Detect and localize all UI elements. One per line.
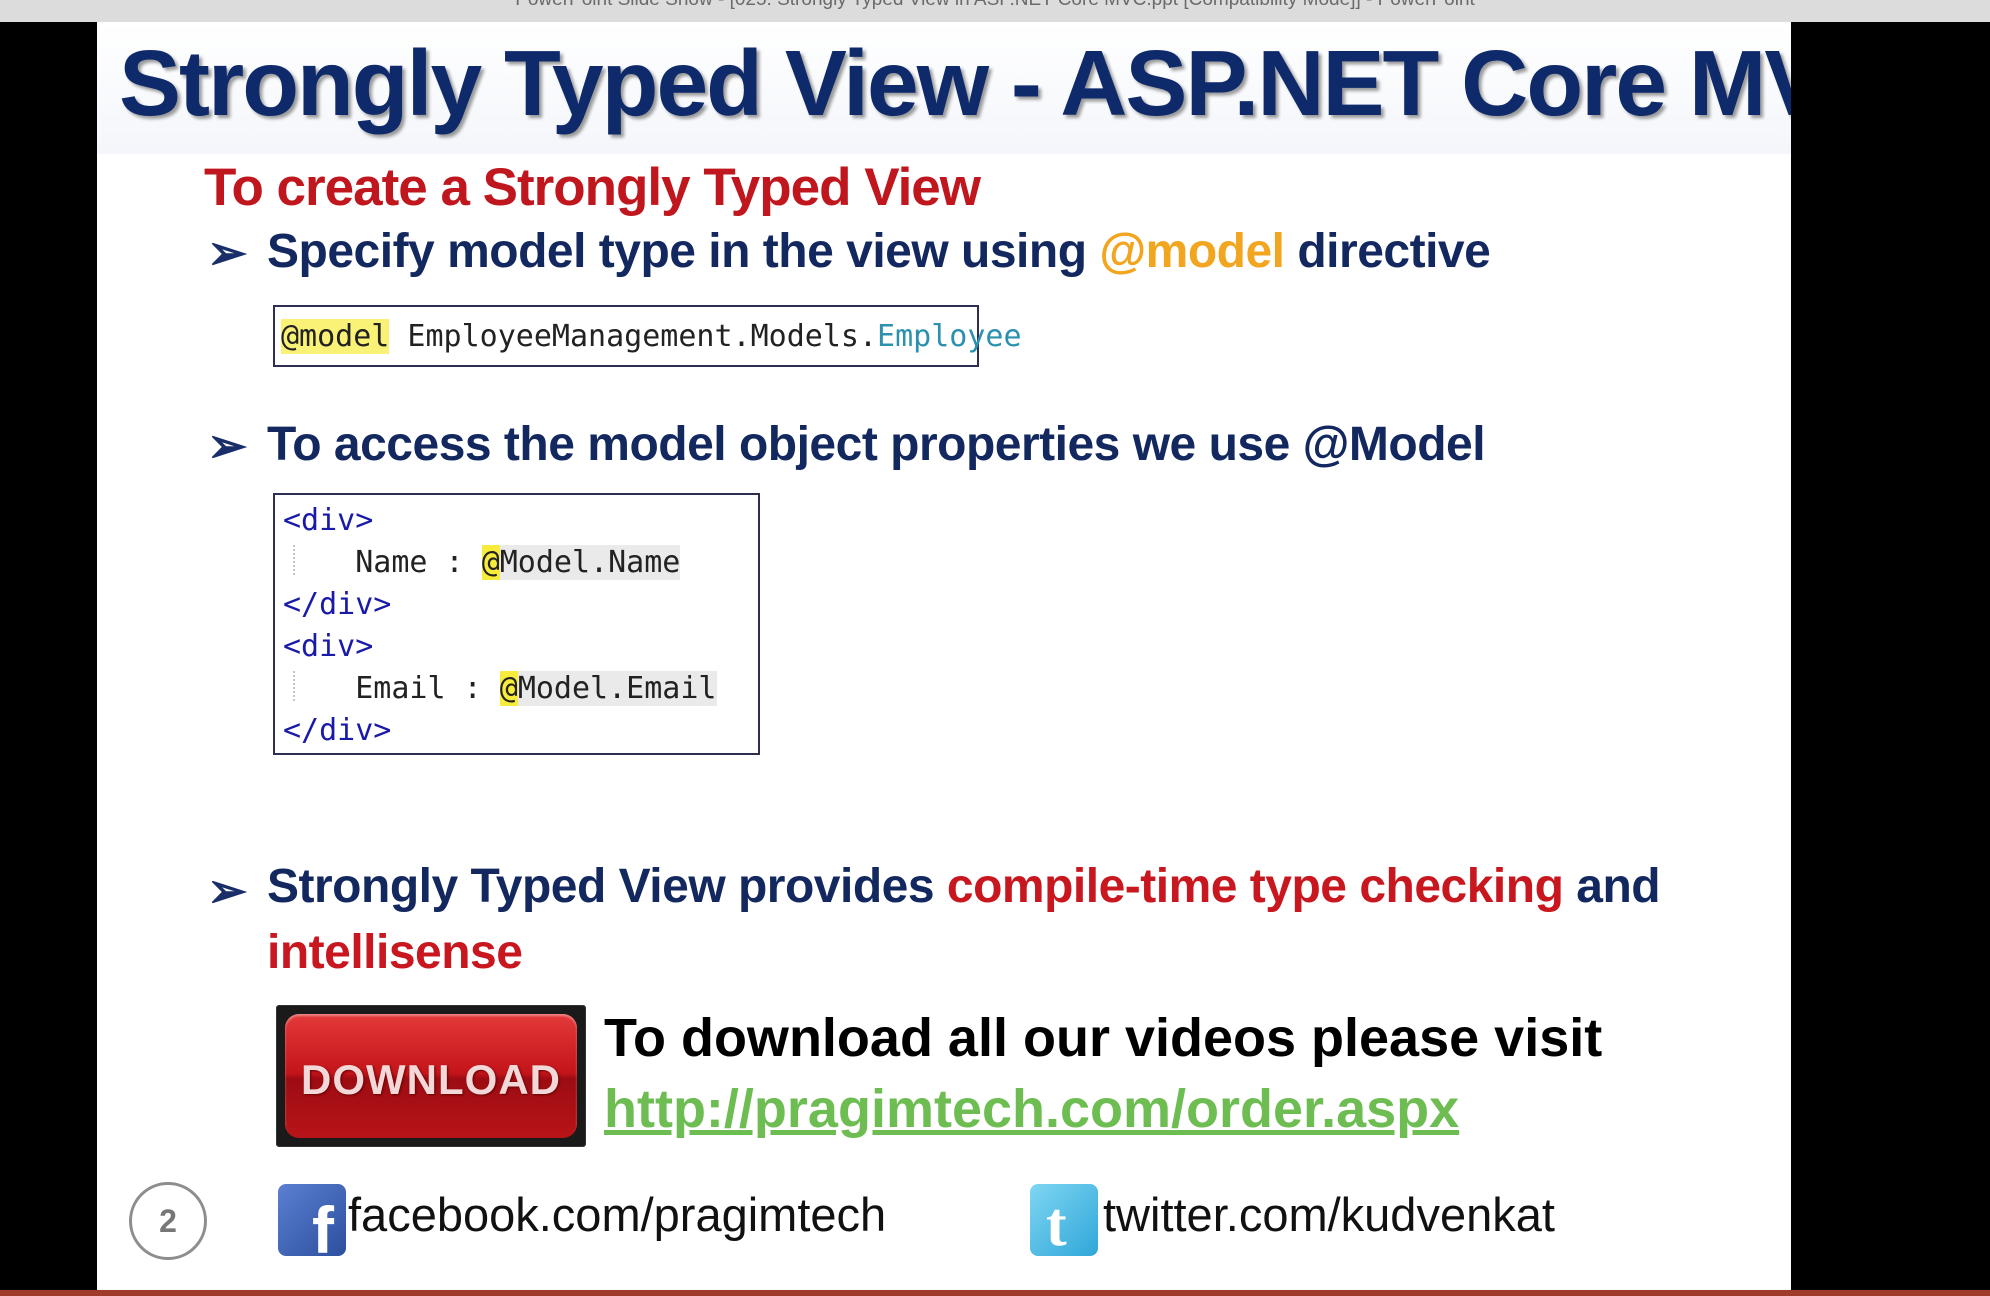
- bullet-arrow-icon: ➢: [207, 227, 248, 280]
- code-line: Name : @Model.Name: [283, 545, 681, 581]
- code-close-tag: </div>: [283, 587, 392, 622]
- code-namespace: EmployeeManagement.Models.: [389, 319, 878, 354]
- bullet-arrow-icon: ➢: [207, 865, 248, 918]
- code-open-tag: <div>: [283, 629, 374, 664]
- code-label: Name :: [283, 545, 482, 580]
- code-at-symbol: @: [499, 671, 518, 706]
- code-line: </div>: [283, 713, 391, 749]
- bullet-model-properties: To access the model object properties we…: [267, 418, 1486, 471]
- twitter-icon: t: [1030, 1184, 1098, 1259]
- slide: Strongly Typed View - ASP.NET Core MVC T…: [97, 22, 1791, 1292]
- code-snippet-model-properties: <div> Name : @Model.Name </div> <div> Em…: [273, 493, 760, 755]
- code-close-tag: </div>: [283, 713, 392, 748]
- code-at-symbol: @: [481, 545, 500, 580]
- code-line: <div>: [283, 629, 373, 665]
- bullet-text-part: Specify model type in the view using: [267, 225, 1100, 278]
- download-button-face: DOWNLOAD: [285, 1014, 577, 1138]
- download-text: To download all our videos please visit: [604, 1008, 1603, 1068]
- intellisense-highlight: intellisense: [267, 926, 523, 979]
- code-label: Email :: [283, 671, 500, 706]
- facebook-icon: f: [278, 1184, 346, 1267]
- bullet-arrow-icon: ➢: [207, 420, 248, 473]
- code-type-name: Employee: [877, 319, 1022, 354]
- bullet-text-part: and: [1563, 860, 1661, 913]
- compile-time-highlight: compile-time type checking: [946, 860, 1564, 913]
- twitter-link[interactable]: twitter.com/kudvenkat: [1103, 1187, 1555, 1242]
- facebook-link[interactable]: facebook.com/pragimtech: [348, 1187, 886, 1242]
- bullet-text-part: Strongly Typed View provides: [267, 860, 947, 913]
- download-button-label: DOWNLOAD: [301, 1056, 561, 1103]
- facebook-icon-glyph: f: [312, 1193, 334, 1267]
- window-titlebar: PowerPoint Slide Show - [025. Strongly T…: [0, 0, 1990, 22]
- bullet-type-checking: Strongly Typed View provides compile-tim…: [267, 854, 1717, 986]
- slide-bottom-border: [0, 1290, 1990, 1296]
- window-title: PowerPoint Slide Show - [025. Strongly T…: [0, 0, 1990, 11]
- code-line: @model EmployeeManagement.Models.Employe…: [281, 319, 1022, 354]
- download-button[interactable]: DOWNLOAD: [276, 1005, 586, 1147]
- bullet-model-directive: Specify model type in the view using @mo…: [267, 224, 1491, 279]
- bullet-text-part: directive: [1284, 225, 1491, 278]
- code-snippet-model-directive: @model EmployeeManagement.Models.Employe…: [273, 305, 1022, 367]
- twitter-icon-glyph: t: [1046, 1191, 1067, 1259]
- code-member: Model.Name: [499, 545, 681, 580]
- code-keyword: @model: [281, 319, 390, 354]
- code-open-tag: <div>: [283, 503, 374, 538]
- slide-title: Strongly Typed View - ASP.NET Core MVC: [119, 31, 1791, 135]
- slide-subheading: To create a Strongly Typed View: [204, 158, 981, 217]
- code-member: Model.Email: [517, 671, 717, 706]
- page-number-badge: 2: [129, 1182, 207, 1260]
- model-directive-highlight: @model: [1099, 225, 1285, 278]
- code-line: </div>: [283, 587, 391, 623]
- download-link[interactable]: http://pragimtech.com/order.aspx: [604, 1078, 1459, 1140]
- code-line: <div>: [283, 503, 373, 539]
- code-line: Email : @Model.Email: [283, 671, 717, 707]
- page-number: 2: [159, 1203, 177, 1239]
